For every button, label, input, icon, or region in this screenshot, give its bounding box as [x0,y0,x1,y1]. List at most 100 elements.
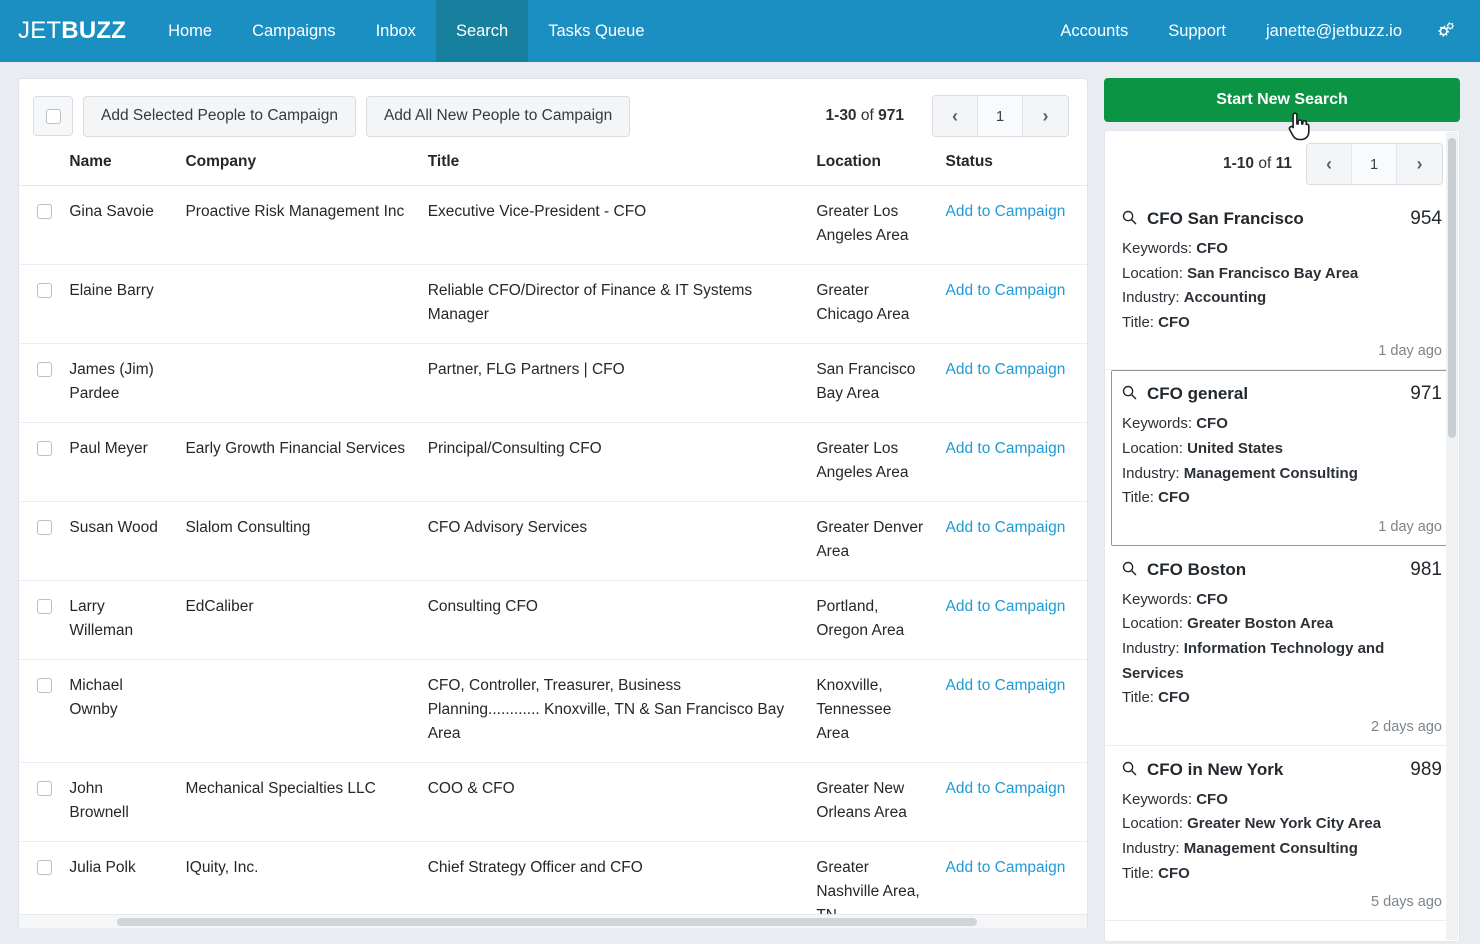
saved-search-result-count: 981 [1410,559,1442,581]
column-header-status[interactable]: Status [936,149,1087,186]
add-to-campaign-link[interactable]: Add to Campaign [946,440,1066,457]
row-status-cell: Add to Campaign [936,763,1087,842]
column-header-title[interactable]: Title [418,149,807,186]
search-icon [1122,561,1137,579]
saved-search-card[interactable]: CFO San Francisco954Keywords: CFOLocatio… [1105,195,1459,370]
saved-search-industry-label: Industry: [1122,289,1180,306]
row-checkbox-cell[interactable] [19,502,59,581]
saved-search-timestamp: 1 day ago [1122,519,1442,535]
saved-search-industry-row: Industry: Management Consulting [1122,462,1442,487]
row-checkbox[interactable] [37,441,52,456]
row-location-cell: Greater Denver Area [806,502,935,581]
row-title-cell: Partner, FLG Partners | CFO [418,344,807,423]
saved-search-title-label: Title: [1122,689,1154,706]
row-company-cell [175,344,417,423]
row-checkbox-cell[interactable] [19,186,59,265]
results-count-label: 1-30 of 971 [826,107,922,125]
row-company-cell: EdCaliber [175,581,417,660]
saved-search-title-label: Title: [1122,314,1154,331]
saved-searches-next-page-button[interactable]: › [1397,144,1442,184]
row-company-cell: Slalom Consulting [175,502,417,581]
row-checkbox-cell[interactable] [19,660,59,763]
saved-search-industry-label: Industry: [1122,840,1180,857]
saved-search-card[interactable]: CFO in New York989Keywords: CFOLocation:… [1105,746,1459,921]
row-name-cell: Larry Willeman [59,581,175,660]
start-new-search-button[interactable]: Start New Search [1104,78,1460,122]
row-checkbox[interactable] [37,283,52,298]
horizontal-scrollbar-thumb[interactable] [117,918,977,926]
row-checkbox[interactable] [37,362,52,377]
row-checkbox[interactable] [37,520,52,535]
row-name-cell: James (Jim) Pardee [59,344,175,423]
saved-search-name: CFO San Francisco [1147,209,1400,229]
gears-icon-svg [1434,21,1456,41]
horizontal-scrollbar[interactable] [19,914,1087,928]
add-to-campaign-link[interactable]: Add to Campaign [946,598,1066,615]
nav-item-accounts[interactable]: Accounts [1040,0,1148,62]
add-selected-people-button[interactable]: Add Selected People to Campaign [83,96,356,137]
gears-icon[interactable] [1422,0,1472,62]
select-all-checkbox[interactable] [33,96,73,136]
row-checkbox[interactable] [37,781,52,796]
brand-logo[interactable]: JETBUZZ [0,0,148,62]
row-title-cell: CFO, Controller, Treasurer, Business Pla… [418,660,807,763]
results-prev-page-button[interactable]: ‹ [933,96,978,136]
row-name-cell: Elaine Barry [59,265,175,344]
row-company-cell [175,660,417,763]
row-checkbox[interactable] [37,204,52,219]
page-body: Add Selected People to Campaign Add All … [0,62,1480,944]
column-header-location[interactable]: Location [806,149,935,186]
row-checkbox-cell[interactable] [19,344,59,423]
search-icon [1122,210,1137,228]
nav-item-tasks-queue[interactable]: Tasks Queue [528,0,664,62]
row-status-cell: Add to Campaign [936,423,1087,502]
nav-item-campaigns[interactable]: Campaigns [232,0,355,62]
row-checkbox[interactable] [37,860,52,875]
chevron-left-icon: ‹ [1326,155,1332,173]
add-to-campaign-link[interactable]: Add to Campaign [946,282,1066,299]
row-checkbox-cell[interactable] [19,763,59,842]
row-title-cell: Executive Vice-President - CFO [418,186,807,265]
saved-search-location-row: Location: San Francisco Bay Area [1122,262,1442,287]
row-company-cell: Proactive Risk Management Inc [175,186,417,265]
row-checkbox[interactable] [37,678,52,693]
add-to-campaign-link[interactable]: Add to Campaign [946,519,1066,536]
saved-search-title-row: Title: CFO [1122,311,1442,336]
saved-search-industry-value: Management Consulting [1184,465,1358,482]
saved-searches-count-of: of [1258,155,1271,172]
nav-item-inbox[interactable]: Inbox [356,0,436,62]
add-to-campaign-link[interactable]: Add to Campaign [946,780,1066,797]
nav-item-user-email[interactable]: janette@jetbuzz.io [1246,0,1422,62]
saved-search-location-value: Greater Boston Area [1187,615,1333,632]
results-next-page-button[interactable]: › [1023,96,1068,136]
saved-search-card[interactable]: CFO Boston981Keywords: CFOLocation: Grea… [1105,546,1459,746]
sidebar-vertical-scrollbar[interactable] [1446,132,1458,940]
row-checkbox[interactable] [37,599,52,614]
add-to-campaign-link[interactable]: Add to Campaign [946,859,1066,876]
row-checkbox-cell[interactable] [19,265,59,344]
nav-item-search[interactable]: Search [436,0,528,62]
add-to-campaign-link[interactable]: Add to Campaign [946,361,1066,378]
saved-search-title-row: Title: CFO [1122,486,1442,511]
saved-searches-prev-page-button[interactable]: ‹ [1307,144,1352,184]
nav-item-home[interactable]: Home [148,0,232,62]
saved-searches-current-page[interactable]: 1 [1352,144,1397,184]
add-to-campaign-link[interactable]: Add to Campaign [946,203,1066,220]
row-checkbox-cell[interactable] [19,423,59,502]
row-checkbox-cell[interactable] [19,581,59,660]
add-all-new-people-button[interactable]: Add All New People to Campaign [366,96,630,137]
column-header-name[interactable]: Name [59,149,175,186]
saved-search-card[interactable]: CFO general971Keywords: CFOLocation: Uni… [1111,370,1453,545]
saved-search-location-row: Location: United States [1122,437,1442,462]
nav-item-support[interactable]: Support [1148,0,1246,62]
add-to-campaign-link[interactable]: Add to Campaign [946,677,1066,694]
row-name-cell: Gina Savoie [59,186,175,265]
table-row: James (Jim) Pardee Partner, FLG Partners … [19,344,1087,423]
saved-search-card-header: CFO general971 [1122,383,1442,405]
sidebar-vertical-scrollbar-thumb[interactable] [1448,138,1456,438]
results-current-page[interactable]: 1 [978,96,1023,136]
saved-search-keywords-value: CFO [1196,240,1228,257]
table-row: Gina SavoieProactive Risk Management Inc… [19,186,1087,265]
column-header-company[interactable]: Company [175,149,417,186]
saved-search-name: CFO in New York [1147,760,1400,780]
